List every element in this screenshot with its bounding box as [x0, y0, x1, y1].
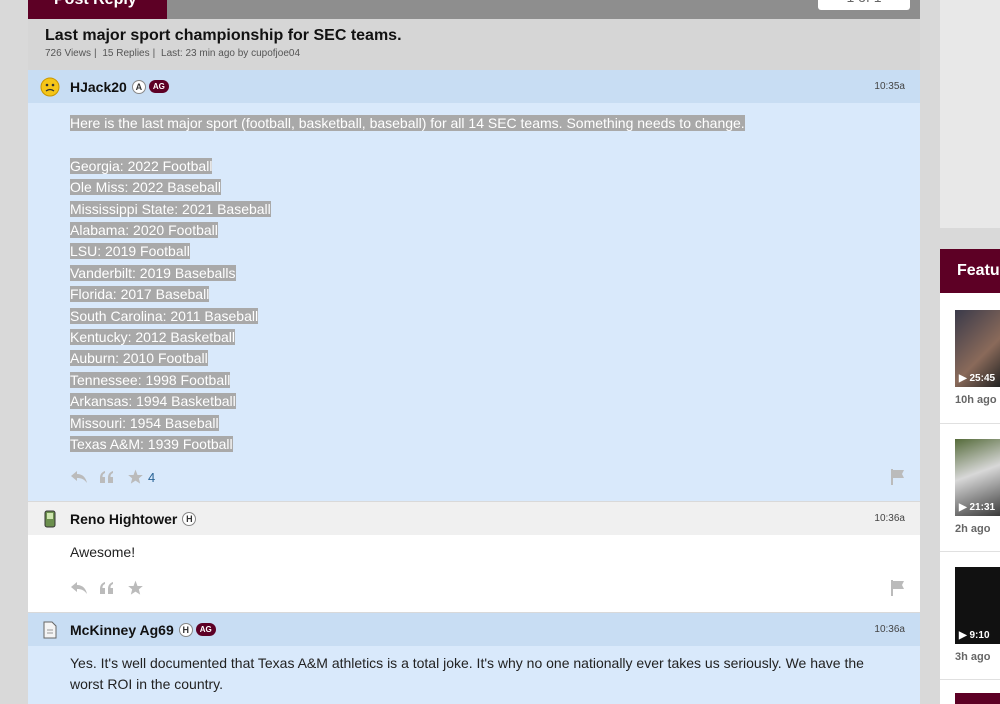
star-count: 4 — [148, 469, 156, 485]
post-hjack20: HJack20 A AG 10:35a Here is the last maj… — [28, 70, 920, 501]
reply-count: 15 Replies — [102, 48, 150, 59]
championship-line: Alabama: 2020 Football — [70, 222, 218, 239]
quote-icon[interactable] — [98, 468, 116, 486]
post-time: 10:35a — [874, 81, 905, 92]
championship-line: South Carolina: 2011 Baseball — [70, 307, 259, 324]
post-body: Here is the last major sport (football, … — [28, 103, 920, 455]
post-body: Yes. It's well documented that Texas A&M… — [28, 646, 920, 696]
championship-line: Georgia: 2022 Football — [70, 157, 213, 174]
username[interactable]: HJack20 — [70, 79, 127, 95]
video-age: 2h ago — [955, 523, 991, 535]
play-icon: ▶ — [959, 630, 967, 641]
username[interactable]: Reno Hightower — [70, 511, 177, 527]
last-post-info: Last: 23 min ago by cupofjoe04 — [161, 48, 300, 59]
badge-letter: A — [131, 79, 146, 94]
post-header: McKinney Ag69 H AG 10:36a — [28, 613, 920, 646]
video-thumbnail[interactable]: ▶ 9:10 — [955, 567, 1000, 644]
video-duration: ▶ 9:10 — [959, 630, 990, 641]
sidebar: Featured ▶ 25:45 10h ago ▶ 21:31 2h ago … — [940, 0, 1000, 704]
championship-line: Vanderbilt: 2019 Baseballs — [70, 264, 236, 281]
championship-line: Arkansas: 1994 Basketball — [70, 393, 236, 410]
thread-title: Last major sport championship for SEC te… — [45, 27, 402, 44]
divider — [940, 551, 1000, 552]
post-header: HJack20 A AG 10:35a — [28, 70, 920, 103]
championship-line: Mississippi State: 2021 Baseball — [70, 200, 271, 217]
featured-heading: Featured — [940, 249, 1000, 293]
reply-icon[interactable] — [70, 579, 88, 597]
championship-line: Missouri: 1954 Baseball — [70, 414, 219, 431]
badge-letter: H — [182, 511, 197, 526]
divider — [940, 679, 1000, 680]
play-icon: ▶ — [959, 373, 967, 384]
reply-icon[interactable] — [70, 468, 88, 486]
post-time: 10:36a — [874, 513, 905, 524]
video-duration: ▶ 25:45 — [959, 373, 996, 384]
video-thumbnail[interactable]: ▶ 25:45 — [955, 310, 1000, 387]
phone-icon — [40, 509, 60, 529]
thread-main: Post Reply 1 of 1 Last major sport champ… — [28, 0, 920, 704]
play-icon: ▶ — [959, 502, 967, 513]
post-actions: 4 — [70, 468, 155, 486]
flag-icon[interactable] — [890, 579, 906, 597]
badge-ag: AG — [148, 80, 169, 93]
video-age: 3h ago — [955, 651, 991, 663]
featured-videos-panel: Featured ▶ 25:45 10h ago ▶ 21:31 2h ago … — [940, 249, 1000, 704]
meta-separator: | — [93, 48, 97, 59]
view-count: 726 Views — [45, 48, 91, 59]
star-icon[interactable] — [126, 468, 144, 486]
video-age: 10h ago — [955, 394, 997, 406]
championship-line: Ole Miss: 2022 Baseball — [70, 179, 221, 196]
meta-separator: | — [152, 48, 156, 59]
divider — [940, 423, 1000, 424]
video-thumbnail[interactable] — [955, 693, 1000, 704]
championship-line: Texas A&M: 1939 Football — [70, 436, 233, 453]
championship-list: Georgia: 2022 Football Ole Miss: 2022 Bas… — [70, 156, 920, 456]
thread-meta: 726 Views | 15 Replies | Last: 23 min ago … — [45, 48, 920, 59]
document-icon — [40, 620, 60, 640]
post-time: 10:36a — [874, 624, 905, 635]
post-text: Here is the last major sport (football, … — [70, 115, 745, 131]
confused-face-icon — [40, 77, 60, 97]
badge-letter: H — [178, 622, 193, 637]
championship-line: Auburn: 2010 Football — [70, 350, 208, 367]
post-text: Awesome! — [70, 544, 136, 560]
quote-icon[interactable] — [98, 579, 116, 597]
post-reply-button[interactable]: Post Reply — [28, 0, 167, 19]
post-body: Awesome! — [28, 535, 920, 563]
star-icon[interactable] — [126, 579, 144, 597]
post-header: Reno Hightower H 10:36a — [28, 502, 920, 535]
post-text: Yes. It's well documented that Texas A&M… — [70, 655, 864, 693]
championship-line: Tennessee: 1998 Football — [70, 371, 231, 388]
championship-line: Florida: 2017 Baseball — [70, 286, 210, 303]
ad-area — [940, 0, 1000, 228]
video-duration: ▶ 21:31 — [959, 502, 996, 513]
page-selector[interactable]: 1 of 1 — [818, 0, 910, 10]
thread-header: Last major sport championship for SEC te… — [28, 19, 920, 70]
post-actions — [70, 579, 144, 597]
championship-line: LSU: 2019 Football — [70, 243, 190, 260]
video-thumbnail[interactable]: ▶ 21:31 — [955, 439, 1000, 516]
post-reno-hightower: Reno Hightower H 10:36a Awesome! — [28, 502, 920, 612]
username[interactable]: McKinney Ag69 — [70, 622, 174, 638]
championship-line: Kentucky: 2012 Basketball — [70, 329, 235, 346]
post-mckinney-ag69: McKinney Ag69 H AG 10:36a Yes. It's well… — [28, 613, 920, 704]
badge-ag: AG — [195, 623, 216, 636]
flag-icon[interactable] — [890, 468, 906, 486]
